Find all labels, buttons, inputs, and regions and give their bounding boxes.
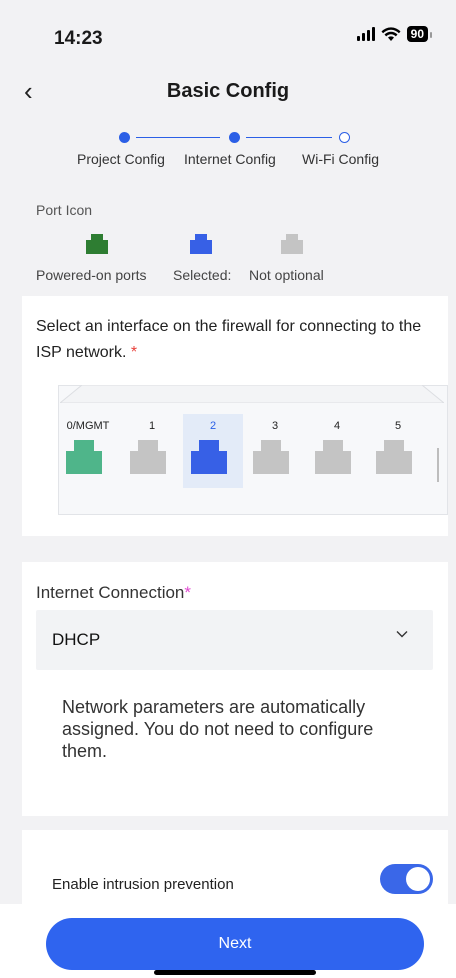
required-mark: *: [184, 583, 192, 602]
battery-indicator: 90: [406, 26, 433, 42]
port-label: 1: [148, 420, 156, 432]
intrusion-prevention-label: Enable intrusion prevention: [52, 876, 234, 893]
port-label: 0/MGMT: [66, 420, 110, 432]
status-icons: 90: [356, 26, 433, 42]
intrusion-prevention-toggle[interactable]: [380, 864, 433, 894]
ethernet-port-icon: [376, 440, 412, 474]
next-button[interactable]: Next: [46, 918, 424, 970]
port-4[interactable]: 4: [307, 414, 367, 488]
step-label-internet: Internet Config: [184, 151, 276, 167]
step-connector: [136, 137, 220, 138]
ethernet-port-icon: [315, 440, 351, 474]
chevron-down-icon: [396, 631, 408, 638]
wifi-icon: [381, 26, 401, 41]
legend-label-selected: Selected:: [173, 267, 232, 283]
legend-title: Port Icon: [36, 202, 93, 218]
step-dot-wifi: [339, 132, 350, 143]
page-title: Basic Config: [166, 80, 290, 102]
port-label: 2: [209, 420, 217, 432]
home-indicator: [154, 970, 316, 975]
port-label: 5: [394, 420, 402, 432]
legend-label-powered: Powered-on ports: [36, 267, 147, 283]
ethernet-port-icon: [253, 440, 289, 474]
signal-icon: [356, 27, 375, 41]
powered-port-icon: [86, 234, 108, 254]
port-2[interactable]: 2: [183, 414, 243, 488]
config-stepper: Project Config Internet Config Wi-Fi Con…: [0, 118, 456, 182]
selected-port-icon: [190, 234, 212, 254]
step-connector: [246, 137, 332, 138]
step-dot-internet: [229, 132, 240, 143]
ethernet-port-icon: [66, 440, 102, 474]
port-scroll-indicator[interactable]: [437, 448, 439, 482]
port-1[interactable]: 1: [122, 414, 182, 488]
step-label-project: Project Config: [77, 151, 165, 167]
ethernet-port-icon: [191, 440, 227, 474]
port-5[interactable]: 5: [368, 414, 428, 488]
port-0-mgmt[interactable]: 0/MGMT: [58, 414, 118, 488]
port-label: 4: [333, 420, 341, 432]
disabled-port-icon: [281, 234, 303, 254]
interface-prompt: Select an interface on the firewall for …: [36, 318, 422, 361]
ethernet-port-icon: [130, 440, 166, 474]
connection-type-value: DHCP: [52, 630, 101, 649]
port-3[interactable]: 3: [245, 414, 305, 488]
legend-label-not-optional: Not optional: [249, 267, 324, 283]
connection-description: Network parameters are automatically ass…: [62, 697, 374, 761]
firewall-top-edge: [60, 385, 444, 403]
step-label-wifi: Wi-Fi Config: [302, 151, 380, 167]
connection-label: Internet Connection*: [36, 583, 192, 602]
port-label: 3: [271, 420, 279, 432]
status-time: 14:23: [54, 28, 103, 49]
required-mark: *: [130, 344, 138, 361]
step-dot-project: [119, 132, 130, 143]
toggle-knob: [406, 867, 430, 891]
